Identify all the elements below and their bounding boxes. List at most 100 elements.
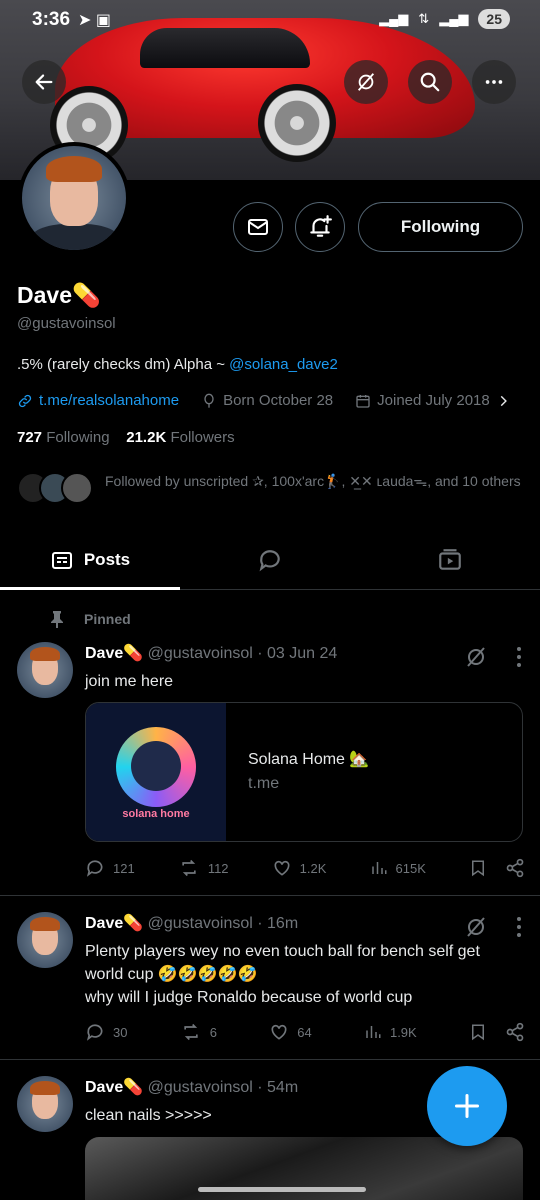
- balloon-icon: [204, 393, 214, 408]
- views-icon: [366, 1026, 381, 1038]
- post-extra-actions: [469, 858, 525, 878]
- back-button[interactable]: [22, 60, 66, 104]
- post-handle[interactable]: @gustavoinsol: [148, 1079, 253, 1096]
- mutual-avatars: [17, 472, 93, 504]
- profile-meta: t.me/realsolanahome Born October 28 Join…: [17, 392, 510, 409]
- card-title: Solana Home 🏡: [248, 751, 370, 768]
- reply-button[interactable]: 121: [85, 858, 135, 878]
- repost-count: 6: [209, 1024, 217, 1040]
- tab-posts-label: Posts: [83, 549, 131, 569]
- post-author[interactable]: Dave💊: [85, 1079, 143, 1096]
- share-icon[interactable]: [505, 858, 525, 878]
- status-bar: 3:36 ➤ ▣ ▂▄▆ ⇅ ▂▄▆ 25: [0, 0, 540, 40]
- profile-handle: @gustavoinsol: [17, 315, 116, 332]
- card-domain: t.me: [248, 775, 280, 792]
- post-time[interactable]: 03 Jun 24: [267, 645, 337, 662]
- media-icon: [439, 548, 461, 570]
- website-text[interactable]: t.me/realsolanahome: [39, 392, 179, 409]
- website-link[interactable]: t.me/realsolanahome: [17, 392, 179, 409]
- post-text: join me here: [85, 673, 174, 690]
- repost-button[interactable]: 112: [178, 858, 229, 878]
- views-button[interactable]: 615K: [370, 858, 426, 878]
- repost-button[interactable]: 6: [180, 1022, 217, 1042]
- post-avatar[interactable]: [17, 912, 73, 968]
- post-controls: [464, 915, 522, 939]
- tab-media[interactable]: [360, 530, 540, 589]
- post-author[interactable]: Dave💊: [85, 645, 143, 662]
- avatar-shirt: [30, 224, 120, 250]
- posts-icon: [51, 551, 72, 569]
- like-button[interactable]: 1.2K: [272, 858, 326, 878]
- grok-icon: [357, 73, 375, 91]
- post-actions: 121 112 1.2K 615K: [85, 858, 525, 878]
- more-button[interactable]: [472, 60, 516, 104]
- profile-avatar[interactable]: [18, 142, 130, 254]
- back-arrow-icon: [35, 74, 53, 90]
- bookmark-icon[interactable]: [469, 858, 487, 878]
- like-button[interactable]: 64: [269, 1022, 312, 1042]
- banner-car-wheel: [258, 84, 336, 162]
- post-text: Plenty players wey no even touch ball fo…: [85, 940, 515, 1009]
- post-handle[interactable]: @gustavoinsol: [148, 915, 253, 932]
- battery-indicator: 25: [478, 9, 510, 29]
- signal-icon: ▂▄▆: [379, 11, 409, 26]
- home-indicator[interactable]: [198, 1187, 366, 1192]
- grok-icon[interactable]: [464, 645, 488, 669]
- reply-button[interactable]: 30: [85, 1022, 127, 1042]
- message-button[interactable]: [233, 202, 283, 252]
- post-header: Dave💊 @gustavoinsol · 54m: [85, 1079, 299, 1096]
- share-icon[interactable]: [505, 1022, 525, 1042]
- status-time: 3:36: [32, 9, 71, 30]
- notifications-button[interactable]: [295, 202, 345, 252]
- pill-emoji: 💊: [71, 282, 101, 308]
- views-count: 1.9K: [389, 1024, 417, 1040]
- followers-stat[interactable]: 21.2K Followers: [126, 429, 234, 446]
- views-button[interactable]: 1.9K: [364, 1022, 417, 1042]
- follow-stats: 727 Following 21.2K Followers: [17, 429, 235, 446]
- status-indicators: ▂▄▆ ⇅ ▂▄▆ 25: [379, 9, 510, 29]
- post-avatar[interactable]: [17, 642, 73, 698]
- reply-count: 121: [113, 860, 135, 876]
- post-time[interactable]: 54m: [267, 1079, 298, 1096]
- search-icon: [420, 72, 440, 92]
- more-vertical-icon[interactable]: [516, 915, 522, 939]
- chevron-right-icon[interactable]: [496, 394, 510, 408]
- following-count: 727: [17, 429, 43, 446]
- post-handle[interactable]: @gustavoinsol: [148, 645, 253, 662]
- reply-icon: [86, 1024, 103, 1041]
- birthday: Born October 28: [201, 392, 333, 409]
- compose-button[interactable]: [427, 1066, 507, 1146]
- profile-name: Dave💊: [17, 282, 101, 309]
- post-time[interactable]: 16m: [267, 915, 298, 932]
- grok-button[interactable]: [344, 60, 388, 104]
- bio-text: .5% (rarely checks dm) Alpha ~: [17, 356, 230, 373]
- signal-icon: ▂▄▆: [439, 11, 469, 26]
- following-stat[interactable]: 727 Following: [17, 429, 110, 446]
- avatar-hair: [46, 156, 102, 182]
- bookmark-icon[interactable]: [469, 1022, 487, 1042]
- tab-posts[interactable]: Posts: [0, 530, 180, 590]
- more-vertical-icon[interactable]: [516, 645, 522, 669]
- link-preview-card[interactable]: solana home Solana Home 🏡 t.me: [85, 702, 523, 842]
- grok-icon[interactable]: [464, 915, 488, 939]
- bio-mention-link[interactable]: @solana_dave2: [229, 356, 338, 373]
- envelope-icon: [248, 219, 268, 235]
- search-button[interactable]: [408, 60, 452, 104]
- profile-name-text: Dave: [17, 282, 72, 308]
- following-button[interactable]: Following: [358, 202, 523, 252]
- join-date-text: Joined July 2018: [377, 392, 490, 409]
- reply-count: 30: [113, 1024, 128, 1040]
- followers-label: Followers: [170, 429, 235, 446]
- more-dots-icon: [485, 80, 503, 84]
- post-controls: [464, 645, 522, 669]
- post-author[interactable]: Dave💊: [85, 915, 143, 932]
- tab-replies[interactable]: [180, 530, 360, 589]
- solana-home-logo-inner: [131, 741, 181, 791]
- post-avatar[interactable]: [17, 1076, 73, 1132]
- views-icon: [371, 862, 387, 874]
- like-count: 64: [297, 1024, 312, 1040]
- profile-bio: .5% (rarely checks dm) Alpha ~ @solana_d…: [17, 356, 338, 373]
- followed-by[interactable]: Followed by unscripted ✰, 100x'arc🏌, ✕̲✕…: [17, 472, 522, 504]
- post-extra-actions: [469, 1022, 525, 1042]
- card-body: Solana Home 🏡 t.me: [226, 703, 369, 841]
